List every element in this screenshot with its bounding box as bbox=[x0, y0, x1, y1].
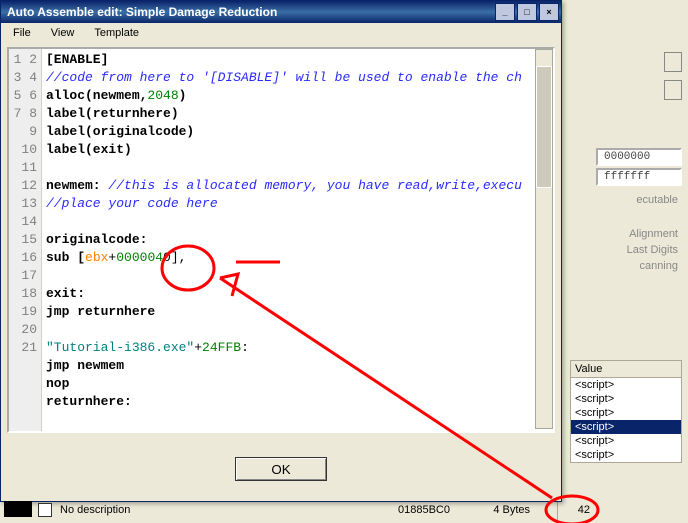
hex-box-2[interactable]: fffffff bbox=[596, 168, 682, 186]
titlebar[interactable]: Auto Assemble edit: Simple Damage Reduct… bbox=[1, 1, 561, 23]
menu-template[interactable]: Template bbox=[86, 25, 147, 41]
line-gutter: 1 2 3 4 5 6 7 8 9 10 11 12 13 14 15 16 1… bbox=[9, 49, 42, 431]
menu-file[interactable]: File bbox=[5, 25, 39, 41]
row-handle[interactable] bbox=[4, 501, 32, 517]
scroll-down-icon[interactable] bbox=[536, 412, 552, 428]
active-checkbox[interactable] bbox=[38, 503, 52, 517]
auto-assemble-window: Auto Assemble edit: Simple Damage Reduct… bbox=[0, 0, 562, 502]
window-title: Auto Assemble edit: Simple Damage Reduct… bbox=[7, 5, 493, 19]
address-cell[interactable]: 01885BC0 bbox=[320, 504, 450, 516]
type-cell[interactable]: 4 Bytes bbox=[450, 504, 530, 516]
value-item[interactable]: <script> bbox=[571, 434, 681, 448]
vertical-scrollbar[interactable] bbox=[535, 49, 553, 429]
value-item[interactable]: <script> bbox=[571, 448, 681, 462]
maximize-button[interactable]: □ bbox=[517, 3, 537, 21]
value-cell[interactable]: 42 bbox=[530, 504, 590, 516]
value-header: Value bbox=[571, 361, 681, 378]
value-item-selected[interactable]: <script> bbox=[571, 420, 681, 434]
address-list-row[interactable]: No description 01885BC0 4 Bytes 42 bbox=[38, 501, 688, 519]
menubar: File View Template bbox=[1, 23, 561, 43]
scanning-label: canning bbox=[639, 260, 678, 272]
scroll-up-icon[interactable] bbox=[536, 50, 552, 66]
scroll-thumb[interactable] bbox=[536, 66, 552, 188]
code-editor[interactable]: 1 2 3 4 5 6 7 8 9 10 11 12 13 14 15 16 1… bbox=[7, 47, 555, 433]
dropdown-arrow-1[interactable] bbox=[664, 52, 682, 72]
value-list[interactable]: Value <script> <script> <script> <script… bbox=[570, 360, 682, 463]
value-item[interactable]: <script> bbox=[571, 378, 681, 392]
value-item[interactable]: <script> bbox=[571, 392, 681, 406]
close-button[interactable]: × bbox=[539, 3, 559, 21]
description-cell[interactable]: No description bbox=[60, 504, 320, 516]
value-item[interactable]: <script> bbox=[571, 406, 681, 420]
ok-button[interactable]: OK bbox=[235, 457, 327, 481]
menu-view[interactable]: View bbox=[43, 25, 83, 41]
code-area[interactable]: [ENABLE] //code from here to '[DISABLE]'… bbox=[42, 49, 553, 431]
hex-box-1[interactable]: 0000000 bbox=[596, 148, 682, 166]
last-digits-label: Last Digits bbox=[627, 244, 678, 256]
minimize-button[interactable]: _ bbox=[495, 3, 515, 21]
alignment-label: Alignment bbox=[629, 228, 678, 240]
cut-label-exec: ecutable bbox=[636, 194, 678, 206]
dropdown-arrow-2[interactable] bbox=[664, 80, 682, 100]
